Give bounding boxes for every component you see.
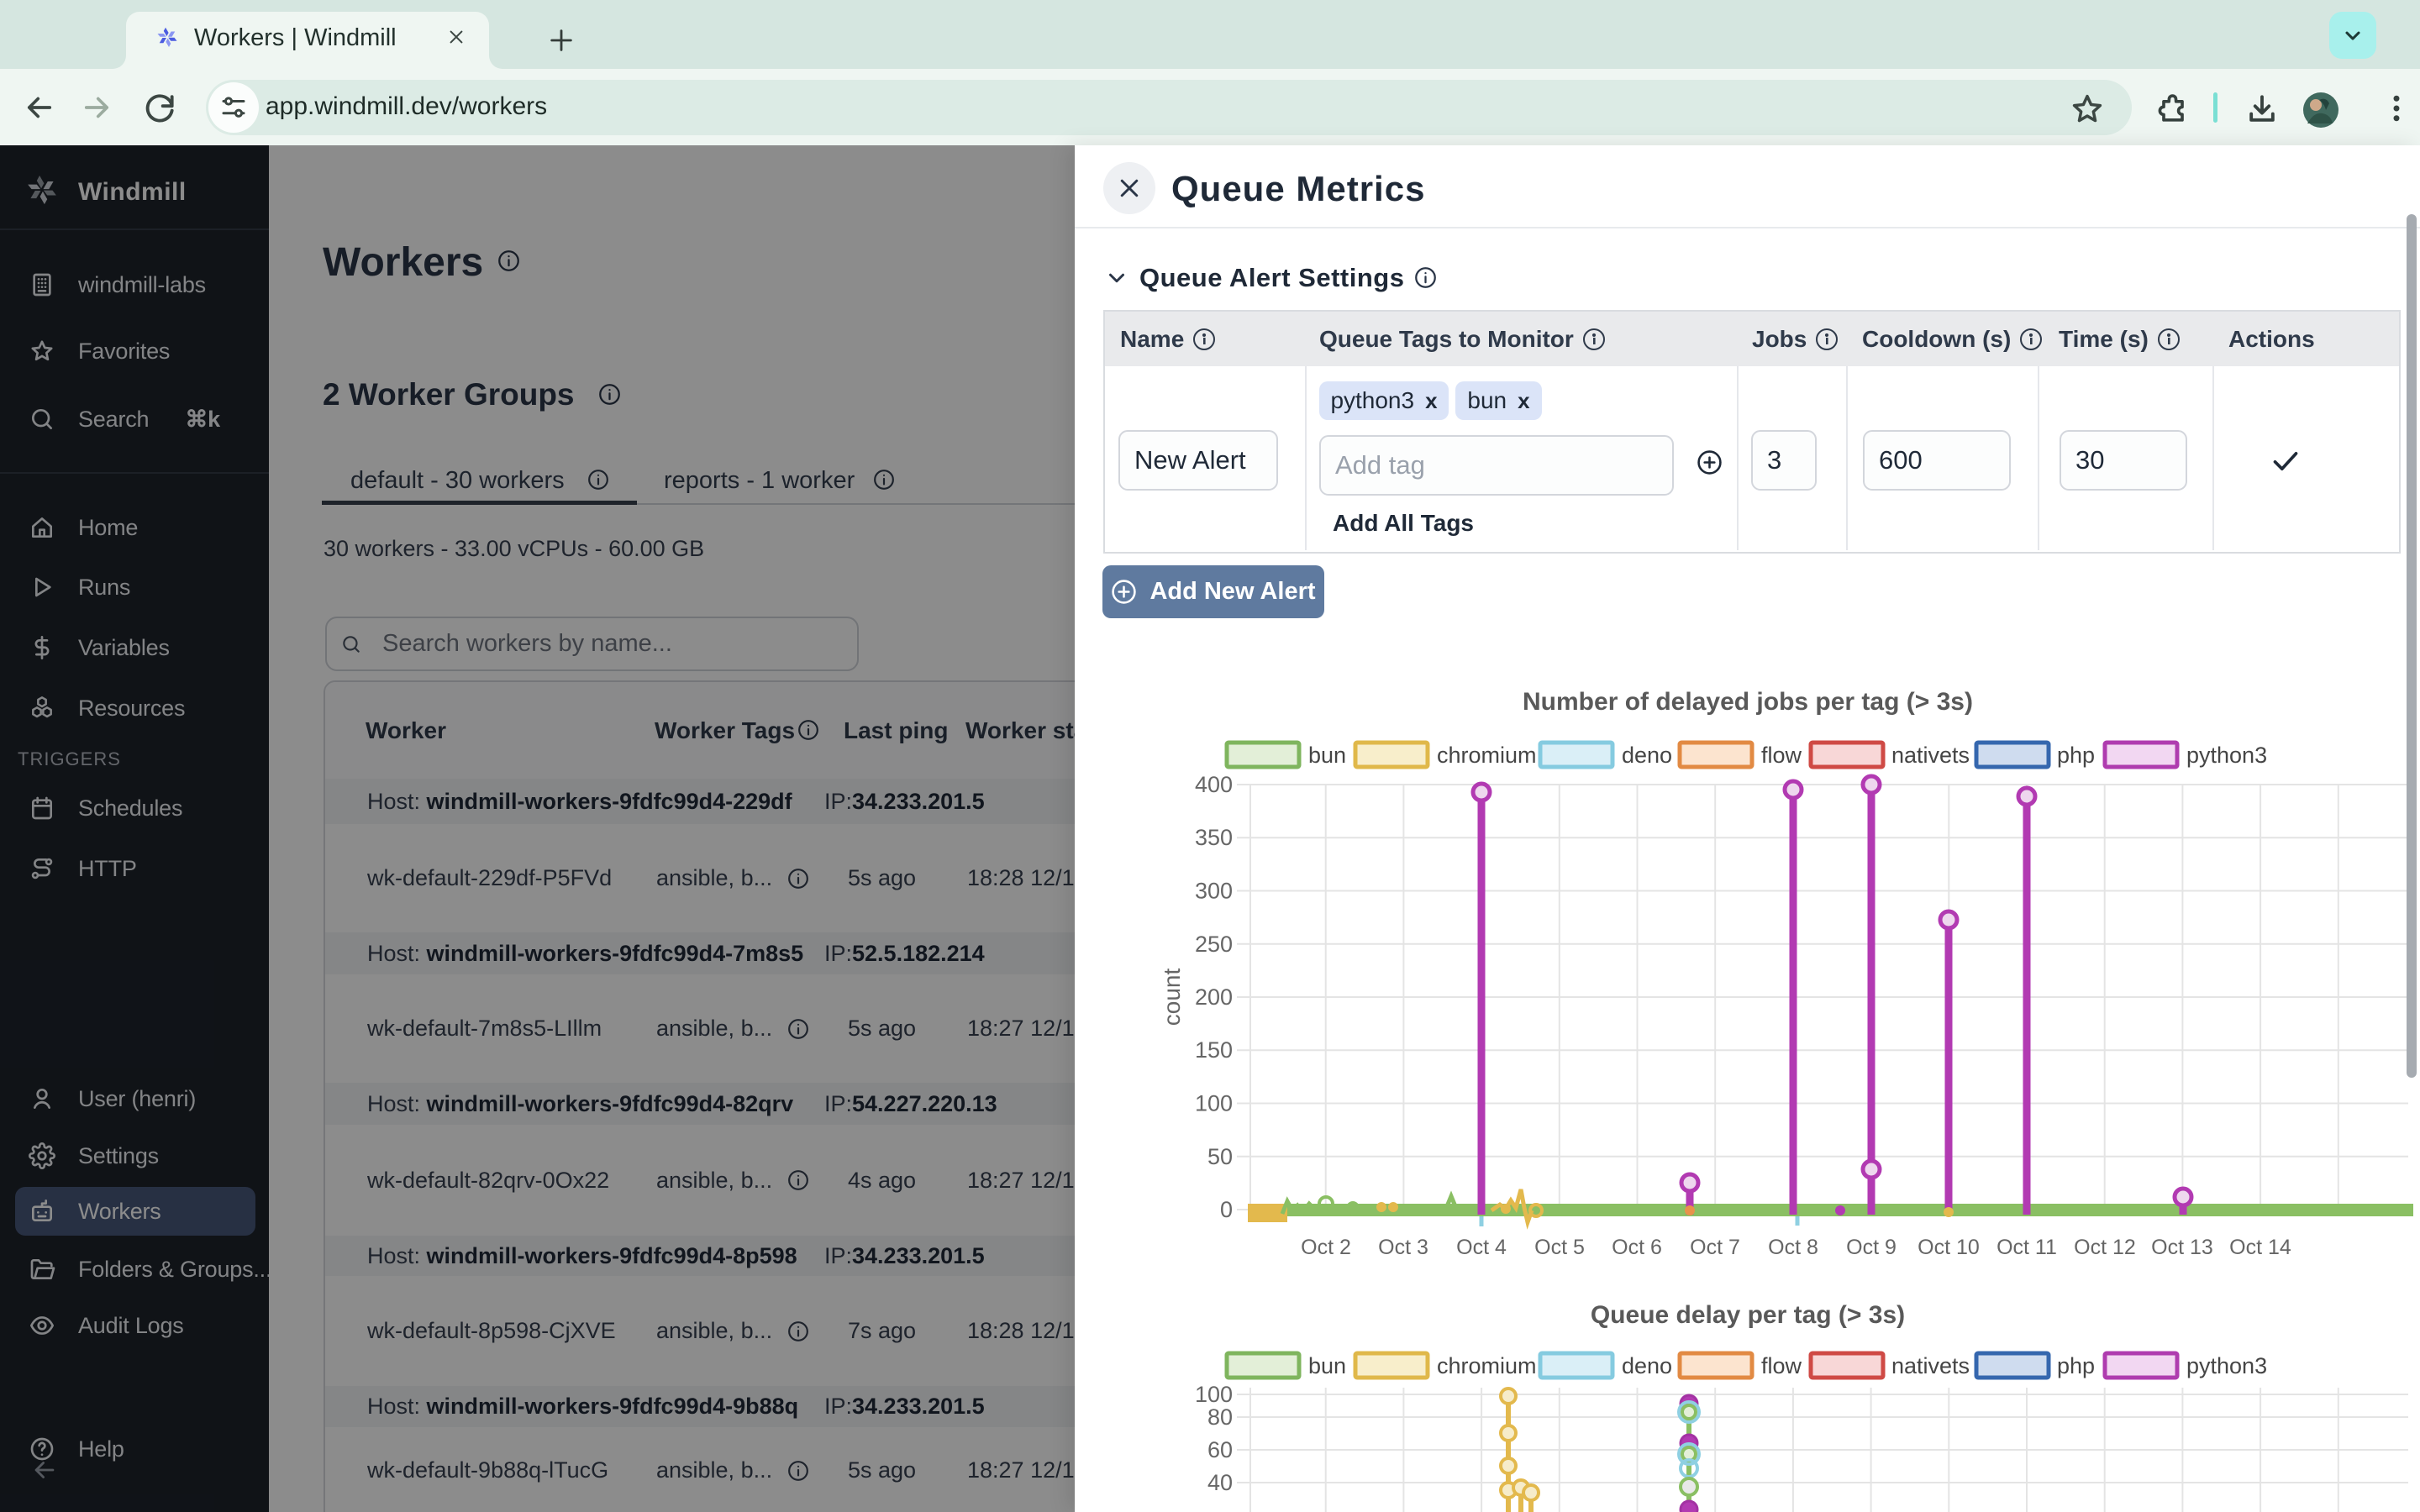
svg-text:150: 150 — [1195, 1037, 1233, 1063]
svg-text:flow: flow — [1761, 1353, 1802, 1378]
svg-text:python3: python3 — [2186, 1353, 2267, 1378]
svg-text:350: 350 — [1195, 825, 1233, 850]
svg-text:Oct 14: Oct 14 — [2229, 1236, 2291, 1259]
svg-text:chromium: chromium — [1437, 743, 1537, 768]
svg-text:Oct 2: Oct 2 — [1301, 1236, 1351, 1259]
svg-text:50: 50 — [1207, 1144, 1233, 1169]
svg-text:nativets: nativets — [1891, 1353, 1970, 1378]
svg-text:80: 80 — [1207, 1404, 1233, 1430]
svg-text:100: 100 — [1195, 1382, 1233, 1407]
svg-text:chromium: chromium — [1437, 1353, 1537, 1378]
svg-text:php: php — [2057, 743, 2095, 768]
svg-text:0: 0 — [1220, 1197, 1233, 1222]
svg-text:deno: deno — [1622, 743, 1672, 768]
svg-text:php: php — [2057, 1353, 2095, 1378]
svg-text:Oct 5: Oct 5 — [1534, 1236, 1585, 1259]
svg-text:60: 60 — [1207, 1437, 1233, 1462]
svg-text:Oct 10: Oct 10 — [1918, 1236, 1980, 1259]
svg-text:Oct 4: Oct 4 — [1456, 1236, 1507, 1259]
svg-text:Oct 12: Oct 12 — [2074, 1236, 2136, 1259]
svg-text:deno: deno — [1622, 1353, 1672, 1378]
svg-text:Oct 13: Oct 13 — [2151, 1236, 2213, 1259]
svg-text:flow: flow — [1761, 743, 1802, 768]
svg-text:100: 100 — [1195, 1091, 1233, 1116]
svg-text:Oct 7: Oct 7 — [1690, 1236, 1740, 1259]
svg-text:Number of delayed jobs per tag: Number of delayed jobs per tag (> 3s) — [1523, 688, 1973, 716]
svg-text:40: 40 — [1207, 1470, 1233, 1495]
svg-text:Oct 11: Oct 11 — [1996, 1236, 2057, 1259]
svg-text:Oct 8: Oct 8 — [1768, 1236, 1818, 1259]
svg-text:300: 300 — [1195, 879, 1233, 904]
svg-text:bun: bun — [1308, 743, 1346, 768]
svg-text:Oct 9: Oct 9 — [1846, 1236, 1897, 1259]
svg-text:Queue delay per tag (> 3s): Queue delay per tag (> 3s) — [1591, 1301, 1905, 1329]
svg-text:python3: python3 — [2186, 743, 2267, 768]
svg-text:Oct 3: Oct 3 — [1378, 1236, 1428, 1259]
svg-text:400: 400 — [1195, 772, 1233, 797]
svg-text:Oct 6: Oct 6 — [1612, 1236, 1662, 1259]
svg-text:nativets: nativets — [1891, 743, 1970, 768]
svg-text:count: count — [1159, 969, 1185, 1026]
svg-text:200: 200 — [1195, 984, 1233, 1010]
svg-text:bun: bun — [1308, 1353, 1346, 1378]
svg-text:250: 250 — [1195, 932, 1233, 957]
